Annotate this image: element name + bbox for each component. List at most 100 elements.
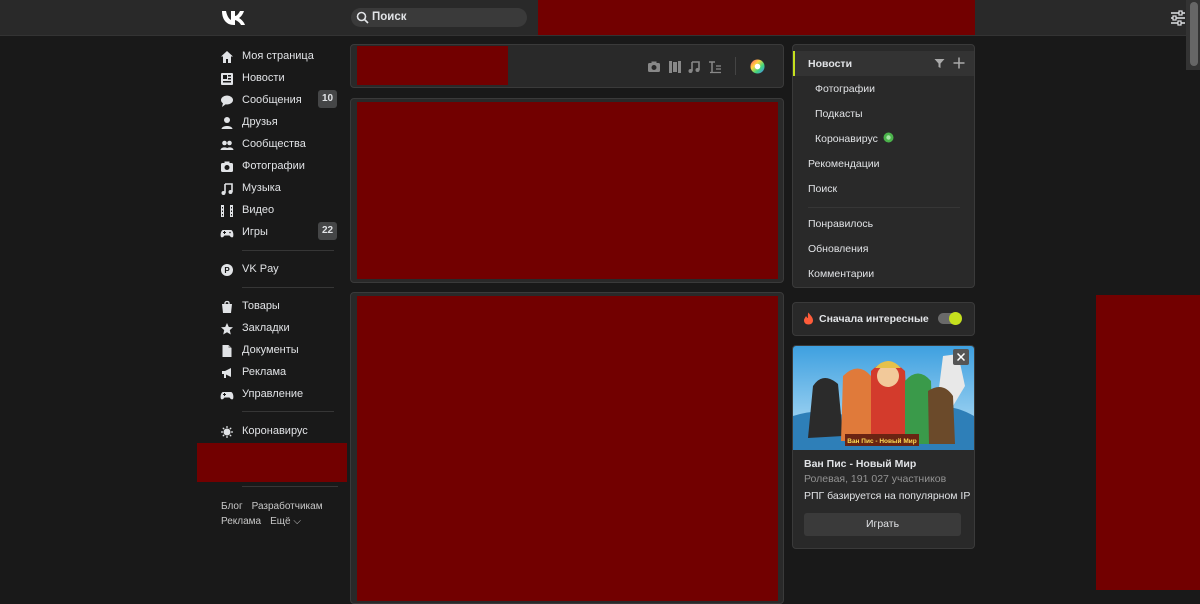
camera-icon — [221, 161, 233, 172]
active-indicator — [793, 51, 795, 76]
svg-text:P: P — [224, 266, 230, 275]
toggle-knob — [949, 312, 962, 325]
close-ad-button[interactable] — [953, 349, 969, 365]
feed-post — [350, 292, 784, 604]
menu-item-comments[interactable]: Комментарии — [808, 268, 874, 280]
nav-item-my-page[interactable]: Моя страница — [220, 46, 338, 68]
menu-item-search[interactable]: Поиск — [808, 183, 837, 195]
footer-links-row1: Блог Разработчикам — [221, 501, 332, 512]
nav-label: Товары — [242, 300, 280, 312]
nav-item-friends[interactable]: Друзья — [220, 112, 338, 134]
game-banner-image[interactable]: Ван Пис - Новый Мир — [793, 346, 974, 450]
search-icon — [356, 11, 369, 24]
menu-item-news[interactable]: Новости — [808, 58, 852, 70]
text-format-icon[interactable] — [708, 60, 722, 74]
redacted-composer-input — [357, 46, 508, 85]
composer-divider — [735, 57, 736, 75]
footer-link-more[interactable]: Ещё ⌵ — [270, 516, 301, 527]
search-input[interactable]: Поиск — [351, 8, 527, 27]
nav-item-messages[interactable]: Сообщения 10 — [220, 90, 338, 112]
nav-label: VK Pay — [242, 263, 279, 275]
footer-link-developers[interactable]: Разработчикам — [252, 501, 323, 512]
footer-link-blog[interactable]: Блог — [221, 501, 243, 512]
play-button[interactable]: Играть — [804, 513, 961, 536]
document-icon — [222, 345, 232, 357]
nav-item-photos[interactable]: Фотографии — [220, 156, 338, 178]
nav-item-video[interactable]: Видео — [220, 200, 338, 222]
filter-icon[interactable] — [934, 58, 945, 69]
games-badge: 22 — [318, 222, 337, 240]
ad-title[interactable]: Ван Пис - Новый Мир — [804, 458, 916, 470]
nav-divider — [242, 250, 334, 251]
nav-label: Видео — [242, 204, 275, 216]
menu-item-photos[interactable]: Фотографии — [815, 83, 875, 95]
menu-item-updates[interactable]: Обновления — [808, 243, 868, 255]
nav-item-bookmarks[interactable]: Закладки — [220, 318, 338, 340]
feed-filter-menu: Новости Фотографии Подкасты Коронавирус … — [792, 44, 975, 288]
redacted-right-area — [1096, 295, 1200, 590]
close-icon — [957, 353, 965, 361]
nav-divider — [242, 411, 334, 412]
nav-label: Документы — [242, 344, 299, 356]
bag-icon — [222, 300, 232, 313]
virus-icon — [221, 426, 233, 438]
nav-item-ads[interactable]: Реклама — [220, 362, 338, 384]
redacted-post-content — [357, 296, 778, 601]
vk-logo-icon[interactable] — [220, 9, 248, 27]
menu-item-podcasts[interactable]: Подкасты — [815, 108, 863, 120]
nav-item-management[interactable]: Управление — [220, 384, 338, 406]
nav-label: Закладки — [242, 322, 290, 334]
menu-divider — [808, 207, 960, 208]
nav-label: Музыка — [242, 182, 281, 194]
menu-item-recommendations[interactable]: Рекомендации — [808, 158, 880, 170]
film-icon[interactable] — [668, 60, 682, 74]
megaphone-icon — [222, 368, 231, 378]
scrollbar-thumb[interactable] — [1190, 2, 1198, 66]
gamepad-icon — [220, 392, 234, 400]
nav-item-communities[interactable]: Сообщества — [220, 134, 338, 156]
interesting-first-toggle-box: Сначала интересные — [792, 302, 975, 336]
news-icon — [221, 73, 233, 85]
top-header: Поиск — [0, 0, 1200, 36]
redacted-post-content — [357, 102, 778, 279]
footer-link-ads[interactable]: Реклама — [221, 516, 261, 527]
nav-item-goods[interactable]: Товары — [220, 296, 338, 318]
nav-label: Фотографии — [242, 160, 305, 172]
nav-label: Сообщества — [242, 138, 306, 150]
messages-icon — [221, 95, 233, 107]
color-wheel-icon[interactable] — [750, 59, 765, 74]
footer-links-row2: Реклама Ещё ⌵ — [221, 516, 310, 527]
virus-icon — [883, 132, 894, 143]
star-icon — [221, 323, 233, 335]
nav-label: Управление — [242, 388, 304, 400]
nav-label: Реклама — [242, 366, 287, 378]
camera-icon[interactable] — [647, 60, 661, 74]
redacted-header-area — [538, 0, 975, 35]
vkpay-icon: P — [221, 264, 233, 276]
nav-item-documents[interactable]: Документы — [220, 340, 338, 362]
banner-title: Ван Пис - Новый Мир — [847, 437, 917, 445]
nav-label: Игры — [242, 226, 268, 238]
nav-item-coronavirus[interactable]: Коронавирус — [220, 421, 338, 443]
nav-label: Коронавирус — [242, 425, 308, 437]
sliders-icon[interactable] — [1170, 10, 1186, 26]
music-note-icon — [221, 183, 233, 195]
game-ad-card: Ван Пис - Новый Мир Ван Пис - Новый Мир … — [792, 345, 975, 549]
ad-meta: Ролевая, 191 027 участников — [804, 473, 947, 485]
menu-item-coronavirus[interactable]: Коронавирус — [815, 133, 878, 145]
nav-item-games[interactable]: Игры 22 — [220, 222, 338, 244]
feed-post — [350, 98, 784, 283]
nav-item-vkpay[interactable]: P VK Pay — [220, 259, 338, 281]
footer-divider — [242, 486, 338, 487]
ad-description: РПГ базируется на популярном IP — [804, 490, 971, 502]
nav-item-news[interactable]: Новости — [220, 68, 338, 90]
nav-item-music[interactable]: Музыка — [220, 178, 338, 200]
plus-icon[interactable] — [953, 57, 965, 69]
post-composer — [350, 44, 784, 88]
nav-divider — [242, 287, 334, 288]
messages-badge: 10 — [318, 90, 337, 108]
nav-label: Новости — [242, 72, 285, 84]
menu-item-liked[interactable]: Понравилось — [808, 218, 873, 230]
nav-label: Друзья — [242, 116, 278, 128]
music-note-icon[interactable] — [687, 60, 701, 74]
